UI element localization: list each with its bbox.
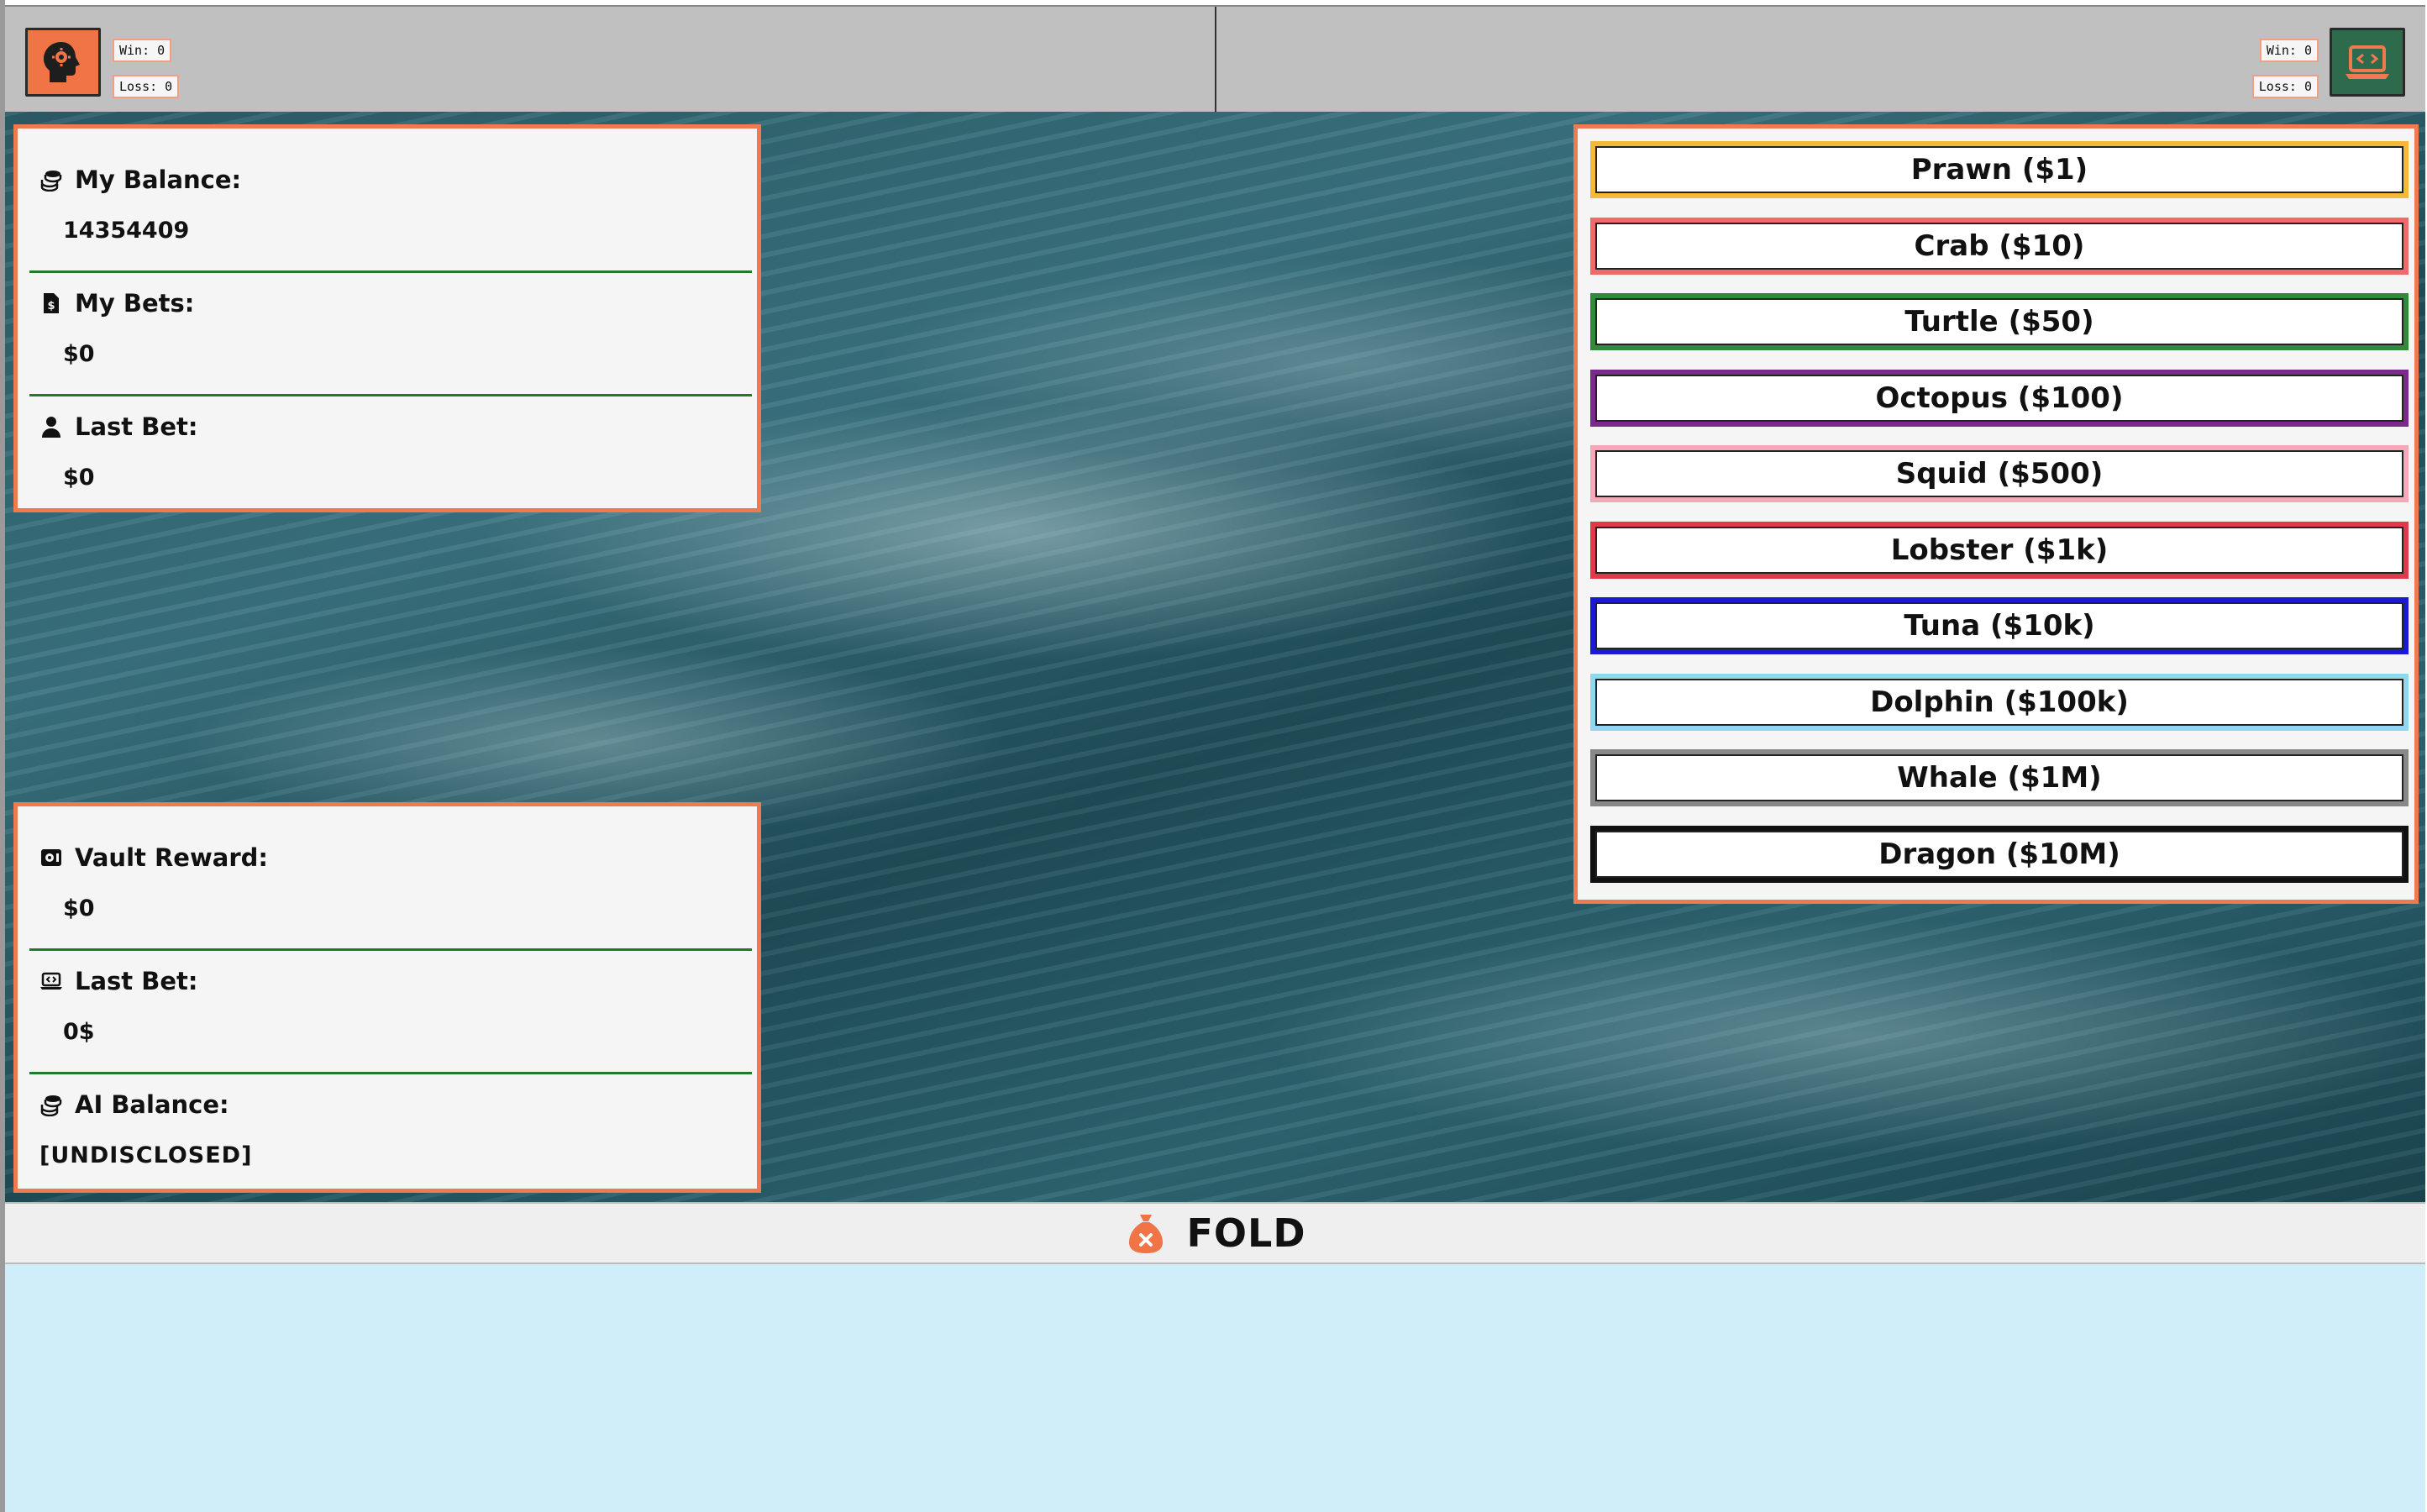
laptop-code-icon [2346,45,2389,79]
bet-option-button[interactable]: Dragon ($10M) [1590,825,2409,883]
player-last-bet-label: Last Bet: [75,412,198,441]
ai-avatar [2330,28,2405,97]
ai-last-bet-label: Last Bet: [75,967,198,995]
section-divider [29,948,752,951]
section-divider [29,1072,752,1074]
ai-balance-label: AI Balance: [75,1090,229,1119]
ai-last-bet-label-row: Last Bet: [39,967,198,995]
svg-text:$: $ [47,300,55,312]
ai-last-bet-value: 0$ [63,1019,95,1045]
player-last-bet-section: Last Bet: $0 [29,397,752,520]
player-loss-count: Loss: 0 [113,75,180,98]
fold-label: FOLD [1186,1210,1306,1256]
balance-section: My Balance: 14354409 [29,150,752,273]
bet-option-button[interactable]: Whale ($1M) [1590,749,2409,806]
player-avatar [25,28,101,97]
fold-button[interactable]: FOLD [5,1202,2425,1264]
user-icon [42,417,60,438]
vault-section: Vault Reward: $0 [29,828,752,951]
head-gear-icon [44,42,80,82]
header-divider [1215,7,1216,113]
section-divider [29,394,752,396]
bets-section: $ My Bets: $0 [29,274,752,396]
bet-option-button[interactable]: Tuna ($10k) [1590,597,2409,654]
ai-last-bet-section: Last Bet: 0$ [29,952,752,1074]
laptop-code-icon [40,972,62,990]
bets-value: $0 [63,341,95,367]
player-info-panel: My Balance: 14354409 $ My Bets: $0 Last … [13,124,761,512]
game-log-area [5,1264,2425,1512]
player-last-bet-label-row: Last Bet: [39,412,198,441]
ai-info-panel: Vault Reward: $0 Last Bet: 0$ AI Balance… [13,802,761,1193]
dollar-file-icon: $ [44,293,59,313]
money-bag-x-icon [1129,1215,1164,1253]
balance-value: 14354409 [63,218,190,244]
bets-label-row: $ My Bets: [39,289,194,318]
vault-label-row: Vault Reward: [39,843,268,872]
coins-icon [40,171,62,192]
ai-balance-value: [UNDISCLOSED] [39,1142,253,1168]
ai-balance-label-row: AI Balance: [39,1090,229,1119]
player-last-bet-value: $0 [63,465,95,491]
balance-label-row: My Balance: [39,165,241,194]
vault-icon [41,849,61,866]
balance-label: My Balance: [75,165,242,194]
bet-option-button[interactable]: Dolphin ($100k) [1590,673,2409,731]
bet-option-button[interactable]: Prawn ($1) [1590,141,2409,198]
coins-icon [40,1095,62,1116]
bet-option-button[interactable]: Crab ($10) [1590,217,2409,275]
ai-loss-count: Loss: 0 [2251,75,2319,98]
ai-balance-section: AI Balance: [UNDISCLOSED] [29,1075,752,1198]
bet-option-button[interactable]: Squid ($500) [1590,445,2409,502]
scoreboard-header: Win: 0 Loss: 0 Win: 0 Loss: 0 [5,5,2425,113]
section-divider [29,270,752,273]
vault-value: $0 [63,895,95,921]
vault-label: Vault Reward: [75,843,268,872]
bet-option-button[interactable]: Lobster ($1k) [1590,521,2409,579]
player-win-count: Win: 0 [113,39,172,62]
bet-option-button[interactable]: Octopus ($100) [1590,369,2409,427]
bets-label: My Bets: [75,289,195,318]
bet-options-panel: Prawn ($1) Crab ($10) Turtle ($50) Octopus … [1573,124,2419,904]
ai-win-count: Win: 0 [2259,39,2319,62]
bet-option-button[interactable]: Turtle ($50) [1590,293,2409,350]
